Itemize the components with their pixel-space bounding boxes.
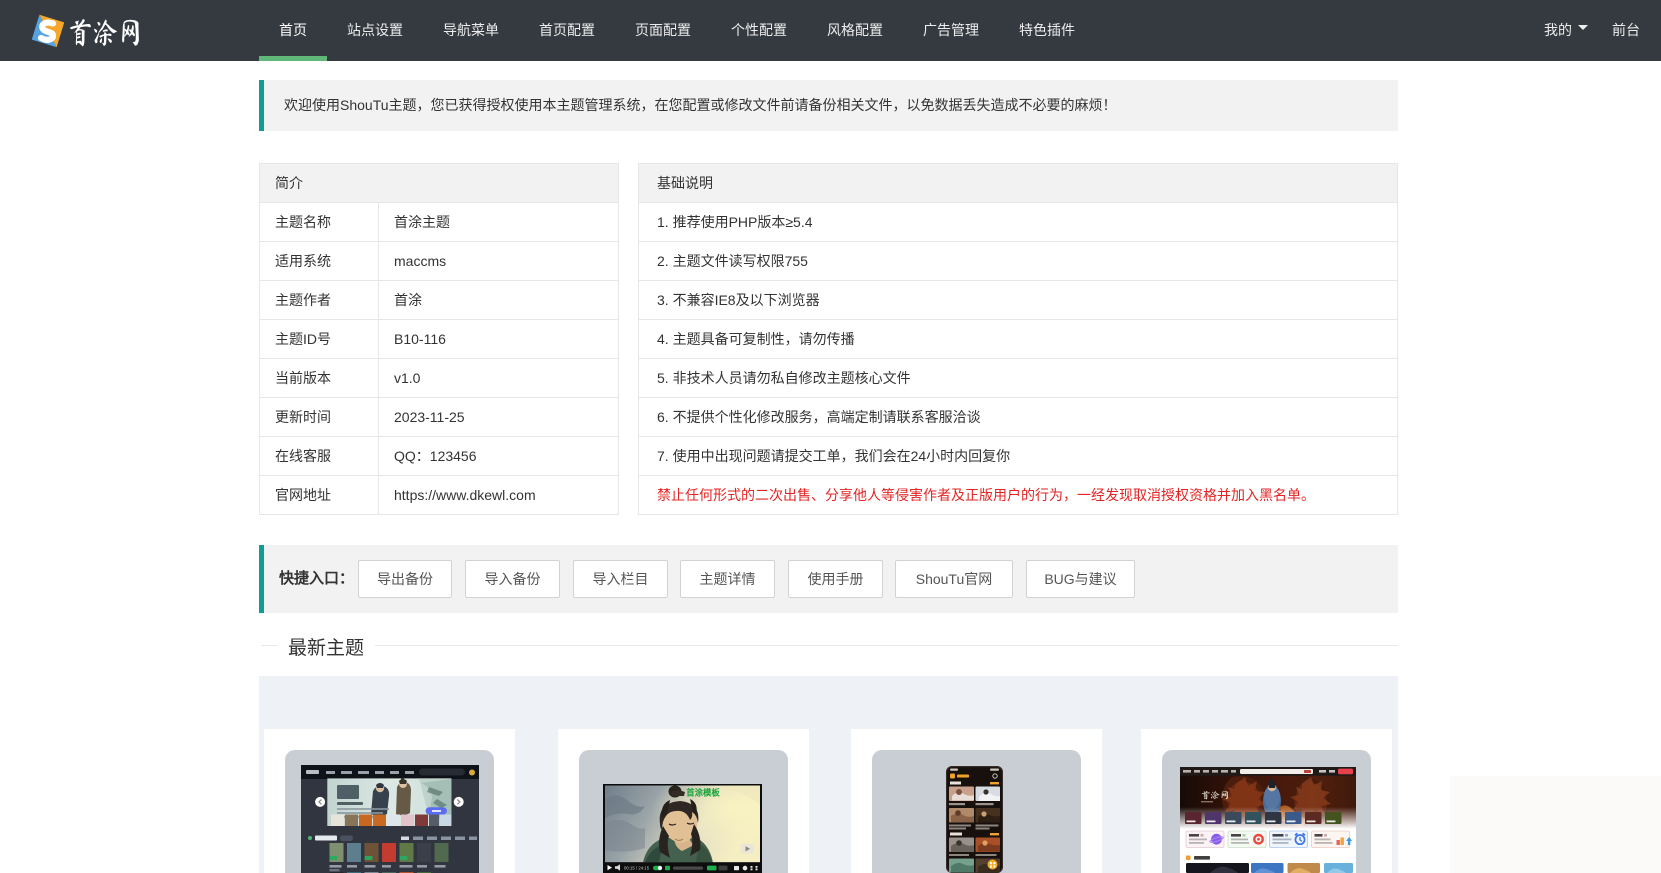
svg-text:00:15 / 24:15: 00:15 / 24:15 (624, 866, 650, 871)
svg-text:首涂网: 首涂网 (1201, 791, 1230, 801)
svg-text:首涂模板: 首涂模板 (686, 787, 720, 799)
